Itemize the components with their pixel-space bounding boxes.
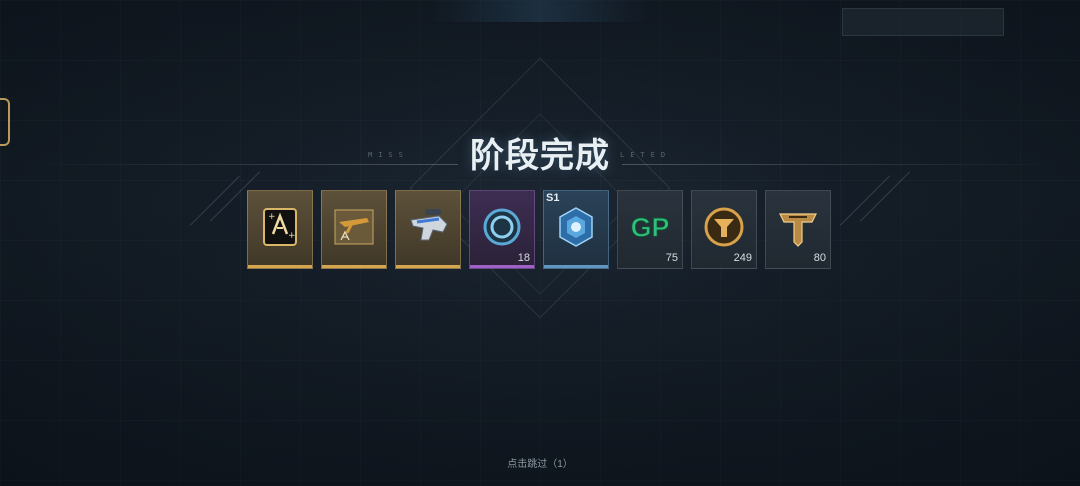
reward-count: 75 bbox=[665, 252, 678, 264]
tap-to-skip-hint[interactable]: 点击跳过（1） bbox=[0, 455, 1080, 470]
stage-complete-title: 阶段完成 bbox=[470, 137, 610, 175]
rarity-bar bbox=[470, 265, 534, 268]
reward-count: 249 bbox=[733, 252, 752, 264]
top-right-panel bbox=[842, 8, 1004, 36]
rarity-bar bbox=[248, 265, 312, 268]
reward-item[interactable]: 18 bbox=[469, 190, 535, 269]
top-glow-bar bbox=[430, 0, 650, 22]
svg-text:+: + bbox=[268, 212, 276, 222]
svg-text:GP: GP bbox=[631, 213, 670, 243]
reward-item[interactable] bbox=[321, 190, 387, 269]
reward-item[interactable]: GP 75 bbox=[617, 190, 683, 269]
rarity-bar bbox=[322, 265, 386, 268]
reward-item[interactable] bbox=[395, 190, 461, 269]
ring-token-icon bbox=[478, 201, 526, 253]
rarity-bar bbox=[618, 265, 682, 268]
reward-count: 18 bbox=[517, 252, 530, 264]
gp-currency-icon: GP bbox=[626, 201, 674, 253]
reward-item[interactable]: 249 bbox=[691, 190, 757, 269]
weapon-skin-icon bbox=[404, 201, 452, 253]
gold-badge-icon bbox=[700, 201, 748, 253]
svg-text:+: + bbox=[288, 231, 296, 241]
rarity-bar bbox=[396, 265, 460, 268]
reward-item[interactable]: + + bbox=[247, 190, 313, 269]
reward-count: 80 bbox=[813, 252, 826, 264]
reward-item[interactable]: 80 bbox=[765, 190, 831, 269]
tier-emblem-icon bbox=[774, 201, 822, 253]
weapon-blueprint-icon bbox=[330, 201, 378, 253]
crystal-core-icon bbox=[552, 201, 600, 253]
upgrade-card-icon: + + bbox=[256, 201, 304, 253]
rarity-bar bbox=[692, 265, 756, 268]
rarity-bar bbox=[544, 265, 608, 268]
reward-list: + + 18 S1 GP 75 249 80 bbox=[247, 190, 831, 269]
reward-item[interactable]: S1 bbox=[543, 190, 609, 269]
rarity-bar bbox=[766, 265, 830, 268]
